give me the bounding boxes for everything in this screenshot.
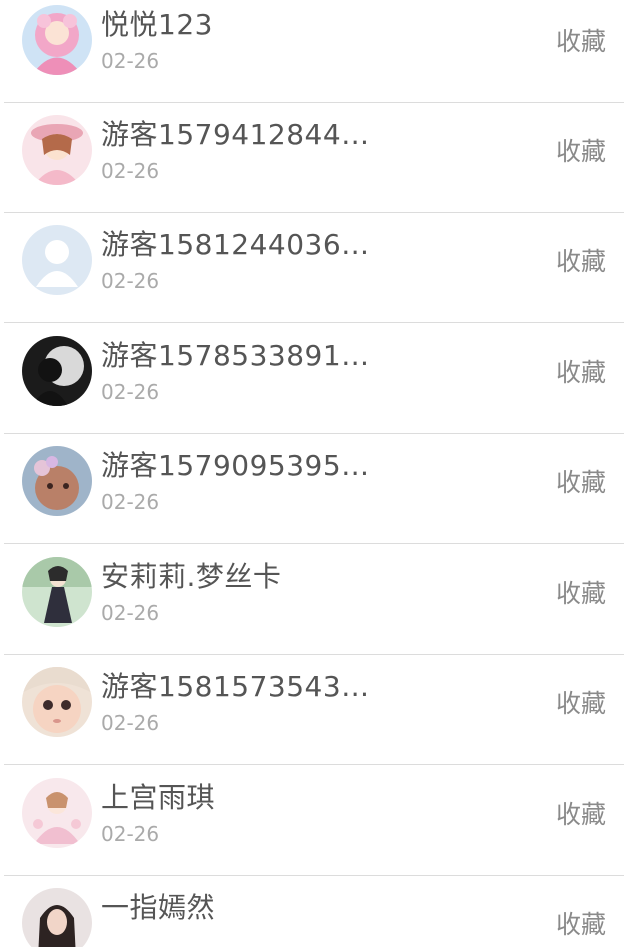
favorite-button[interactable]: 收藏 bbox=[556, 574, 606, 610]
user-name: 游客1579095395… bbox=[101, 449, 370, 482]
user-name: 游客1581573543… bbox=[101, 670, 370, 703]
user-name: 安莉莉.梦丝卡 bbox=[101, 560, 282, 593]
list-item[interactable]: 游客1581244036… 02-26 收藏 bbox=[0, 213, 640, 323]
list-item[interactable]: 游客1579095395… 02-26 收藏 bbox=[0, 434, 640, 544]
list-item[interactable]: 上宫雨琪 02-26 收藏 bbox=[0, 766, 640, 876]
user-name: 游客1578533891… bbox=[101, 339, 370, 372]
favorite-button[interactable]: 收藏 bbox=[556, 684, 606, 720]
item-date: 02-26 bbox=[101, 49, 160, 73]
user-name: 游客1581244036… bbox=[101, 228, 370, 261]
favorite-button[interactable]: 收藏 bbox=[556, 795, 606, 831]
gothic-doll-avatar-icon[interactable] bbox=[22, 557, 92, 627]
item-date: 02-26 bbox=[101, 490, 160, 514]
divider bbox=[4, 543, 624, 544]
favorite-button[interactable]: 收藏 bbox=[556, 22, 606, 58]
list-item[interactable]: 游客1581573543… 02-26 收藏 bbox=[0, 655, 640, 765]
list-item[interactable]: 游客1579412844… 02-26 收藏 bbox=[0, 103, 640, 213]
divider bbox=[4, 764, 624, 765]
list-item[interactable]: 一指嫣然 收藏 bbox=[0, 876, 640, 947]
anime-pink-avatar-icon[interactable] bbox=[22, 5, 92, 75]
item-date: 02-26 bbox=[101, 711, 160, 735]
list-item[interactable]: 游客1578533891… 02-26 收藏 bbox=[0, 324, 640, 434]
couple-silhouette-avatar-icon[interactable] bbox=[22, 336, 92, 406]
user-name: 上宫雨琪 bbox=[101, 781, 216, 814]
favorite-button[interactable]: 收藏 bbox=[556, 242, 606, 278]
item-date: 02-26 bbox=[101, 601, 160, 625]
favorite-button[interactable]: 收藏 bbox=[556, 132, 606, 168]
favorite-button[interactable]: 收藏 bbox=[556, 353, 606, 389]
divider bbox=[4, 322, 624, 323]
favorite-button[interactable]: 收藏 bbox=[556, 905, 606, 941]
item-date: 02-26 bbox=[101, 380, 160, 404]
item-date: 02-26 bbox=[101, 159, 160, 183]
user-name: 悦悦123 bbox=[101, 8, 213, 41]
user-name: 游客1579412844… bbox=[101, 118, 370, 151]
user-name: 一指嫣然 bbox=[101, 891, 216, 924]
user-list: 悦悦123 02-26 收藏 游客1579412844… 02-26 收藏 游客… bbox=[0, 0, 640, 947]
anime-girl-hat-avatar-icon[interactable] bbox=[22, 115, 92, 185]
face-photo-avatar-icon[interactable] bbox=[22, 446, 92, 516]
item-date: 02-26 bbox=[101, 269, 160, 293]
item-date: 02-26 bbox=[101, 822, 160, 846]
doll-face-avatar-icon[interactable] bbox=[22, 667, 92, 737]
default-user-avatar-icon[interactable] bbox=[22, 225, 92, 295]
favorite-button[interactable]: 收藏 bbox=[556, 463, 606, 499]
portrait-photo-avatar-icon[interactable] bbox=[22, 888, 92, 947]
anime-flower-avatar-icon[interactable] bbox=[22, 778, 92, 848]
list-item[interactable]: 悦悦123 02-26 收藏 bbox=[0, 0, 640, 103]
list-item[interactable]: 安莉莉.梦丝卡 02-26 收藏 bbox=[0, 545, 640, 655]
